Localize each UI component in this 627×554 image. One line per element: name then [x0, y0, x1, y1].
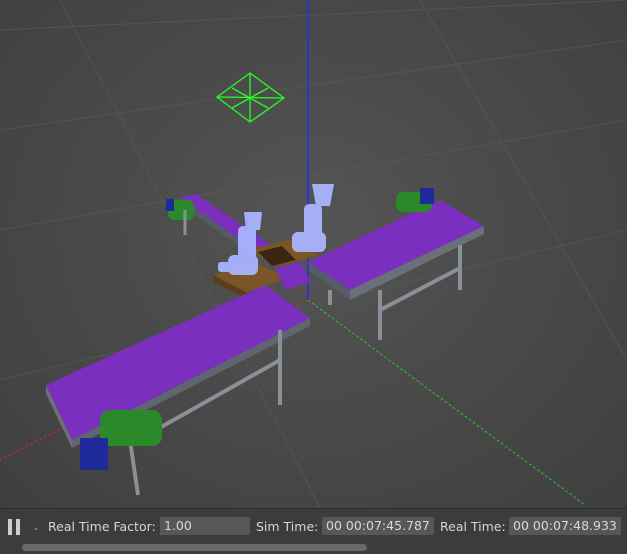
- 3d-viewport[interactable]: [0, 0, 627, 508]
- real-time-factor-field[interactable]: 1.00: [160, 517, 250, 535]
- real-time-label: Real Time:: [440, 519, 506, 534]
- y-axis: [307, 299, 586, 506]
- status-bar: - Real Time Factor: 1.00 Sim Time: 00 00…: [0, 508, 627, 554]
- pause-icon[interactable]: [8, 519, 22, 535]
- robot-arm-right[interactable]: [292, 184, 334, 252]
- real-time-field[interactable]: 00 00:07:48.933: [509, 517, 621, 535]
- sim-time-label: Sim Time:: [256, 519, 319, 534]
- real-time-factor-label: Real Time Factor:: [48, 519, 156, 534]
- light-gizmo-icon[interactable]: [215, 72, 286, 123]
- conveyor-right[interactable]: [308, 188, 484, 340]
- horizontal-scrollbar[interactable]: [22, 544, 367, 551]
- scene-render[interactable]: [0, 0, 627, 508]
- conveyor-middle[interactable]: [275, 262, 310, 290]
- step-separator: -: [34, 522, 38, 535]
- sim-time-field[interactable]: 00 00:07:45.787: [322, 517, 434, 535]
- conveyor-front-left[interactable]: [46, 285, 310, 496]
